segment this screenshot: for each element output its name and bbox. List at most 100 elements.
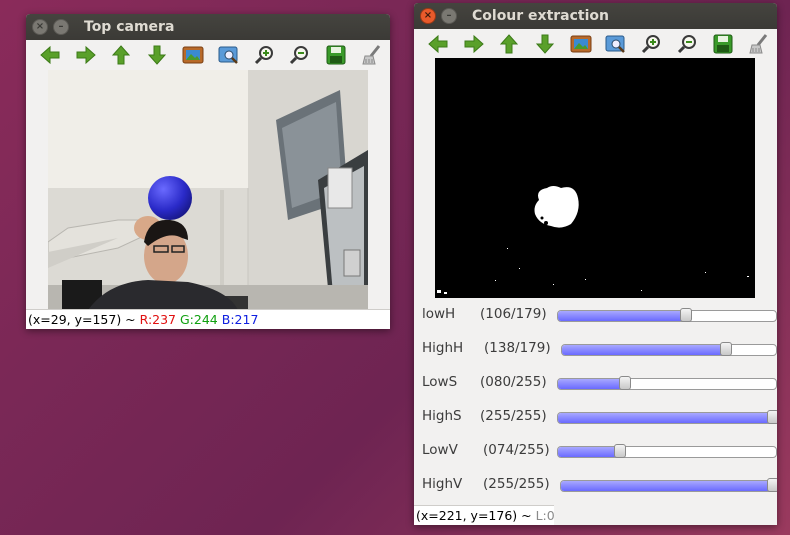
slider-track[interactable] bbox=[557, 308, 777, 322]
mask-image[interactable] bbox=[435, 58, 755, 298]
save-button[interactable] bbox=[318, 42, 354, 68]
properties-button[interactable] bbox=[354, 42, 390, 68]
toolbar bbox=[26, 40, 390, 70]
luminance-value: L:0 bbox=[535, 508, 555, 523]
pan-right-button[interactable] bbox=[456, 31, 492, 57]
slider-fill bbox=[558, 447, 621, 457]
pan-left-button[interactable] bbox=[32, 42, 68, 68]
save-button[interactable] bbox=[706, 31, 742, 57]
cursor-coordinates: (x=29, y=157) ~ bbox=[28, 312, 140, 327]
blue-value: B:217 bbox=[221, 312, 259, 327]
slider-track[interactable] bbox=[557, 410, 777, 424]
slider-row-lowh: lowH (106/179) bbox=[414, 304, 777, 326]
slider-label: lowH bbox=[422, 306, 456, 322]
minimize-button[interactable]: – bbox=[441, 8, 457, 24]
window-title: Colour extraction bbox=[472, 8, 609, 24]
status-bar: (x=221, y=176) ~ L:0 bbox=[414, 505, 555, 525]
zoom-out-button[interactable] bbox=[670, 31, 706, 57]
slider-label: LowV bbox=[422, 442, 458, 458]
slider-value: (106/179) bbox=[480, 306, 547, 322]
slider-value: (255/255) bbox=[483, 476, 550, 492]
slider-fill bbox=[558, 311, 687, 321]
slider-value: (138/179) bbox=[484, 340, 551, 356]
properties-icon bbox=[362, 45, 381, 65]
zoom-original-button[interactable] bbox=[563, 31, 599, 57]
slider-row-lowv: LowV (074/255) bbox=[414, 440, 777, 462]
camera-image[interactable] bbox=[48, 70, 368, 310]
properties-button[interactable] bbox=[741, 31, 777, 57]
slider-handle[interactable] bbox=[619, 376, 631, 390]
arrow-left-icon bbox=[428, 34, 448, 54]
slider-fill bbox=[558, 379, 626, 389]
camera-frame-image bbox=[48, 70, 368, 310]
arrow-up-icon bbox=[500, 34, 519, 54]
zoom-out-icon bbox=[290, 46, 309, 65]
slider-row-highh: HighH (138/179) bbox=[414, 338, 777, 360]
colour-extraction-window: × – Colour extraction lowH (106/179) Hig… bbox=[414, 3, 777, 525]
window-title: Top camera bbox=[84, 19, 175, 35]
arrow-up-icon bbox=[112, 45, 131, 65]
green-value: G:244 bbox=[180, 312, 218, 327]
binary-mask-image bbox=[435, 58, 755, 298]
arrow-right-icon bbox=[76, 45, 96, 65]
zoom-in-icon bbox=[642, 35, 661, 54]
properties-icon bbox=[749, 34, 768, 54]
arrow-left-icon bbox=[40, 45, 60, 65]
red-value: R:237 bbox=[139, 312, 177, 327]
zoom-fit-button[interactable] bbox=[599, 31, 635, 57]
pan-up-button[interactable] bbox=[491, 31, 527, 57]
titlebar: × – Top camera bbox=[26, 14, 390, 40]
zoom-fit-button[interactable] bbox=[211, 42, 247, 68]
pan-down-button[interactable] bbox=[527, 31, 563, 57]
slider-track[interactable] bbox=[560, 478, 777, 492]
zoom-out-button[interactable] bbox=[283, 42, 319, 68]
zoom-fit-icon bbox=[605, 35, 626, 53]
zoom-out-icon bbox=[677, 35, 696, 54]
arrow-down-icon bbox=[148, 45, 167, 65]
image-icon bbox=[182, 46, 204, 64]
close-button[interactable]: × bbox=[32, 19, 48, 35]
zoom-in-icon bbox=[254, 46, 273, 65]
pan-right-button[interactable] bbox=[68, 42, 104, 68]
slider-row-highv: HighV (255/255) bbox=[414, 474, 777, 496]
minimize-button[interactable]: – bbox=[53, 19, 69, 35]
save-icon bbox=[326, 45, 346, 65]
arrow-right-icon bbox=[464, 34, 484, 54]
slider-value: (080/255) bbox=[480, 374, 547, 390]
top-camera-window: × – Top camera (x=29, y=157) ~ R:237 G:2… bbox=[26, 14, 390, 329]
slider-row-lows: LowS (080/255) bbox=[414, 372, 777, 394]
slider-track[interactable] bbox=[557, 444, 777, 458]
slider-handle[interactable] bbox=[720, 342, 732, 356]
slider-fill bbox=[561, 481, 776, 491]
slider-value: (074/255) bbox=[483, 442, 550, 458]
pan-up-button[interactable] bbox=[104, 42, 140, 68]
slider-label: LowS bbox=[422, 374, 458, 390]
arrow-down-icon bbox=[535, 34, 555, 54]
slider-label: HighS bbox=[422, 408, 462, 424]
slider-track[interactable] bbox=[561, 342, 777, 356]
toolbar bbox=[414, 29, 777, 59]
slider-row-highs: HighS (255/255) bbox=[414, 406, 777, 428]
slider-fill bbox=[562, 345, 727, 355]
slider-label: HighV bbox=[422, 476, 463, 492]
zoom-in-button[interactable] bbox=[247, 42, 283, 68]
zoom-fit-icon bbox=[218, 46, 238, 64]
slider-value: (255/255) bbox=[480, 408, 547, 424]
slider-handle[interactable] bbox=[767, 478, 777, 492]
status-bar: (x=29, y=157) ~ R:237 G:244 B:217 bbox=[26, 309, 390, 329]
zoom-original-button[interactable] bbox=[175, 42, 211, 68]
slider-handle[interactable] bbox=[614, 444, 626, 458]
slider-fill bbox=[558, 413, 776, 423]
slider-label: HighH bbox=[422, 340, 464, 356]
zoom-in-button[interactable] bbox=[634, 31, 670, 57]
cursor-coordinates: (x=221, y=176) ~ bbox=[416, 508, 536, 523]
titlebar: × – Colour extraction bbox=[414, 3, 777, 29]
slider-handle[interactable] bbox=[767, 410, 777, 424]
save-icon bbox=[713, 34, 733, 54]
pan-left-button[interactable] bbox=[420, 31, 456, 57]
slider-handle[interactable] bbox=[680, 308, 692, 322]
slider-track[interactable] bbox=[557, 376, 777, 390]
pan-down-button[interactable] bbox=[139, 42, 175, 68]
close-button[interactable]: × bbox=[420, 8, 436, 24]
image-icon bbox=[570, 35, 592, 53]
